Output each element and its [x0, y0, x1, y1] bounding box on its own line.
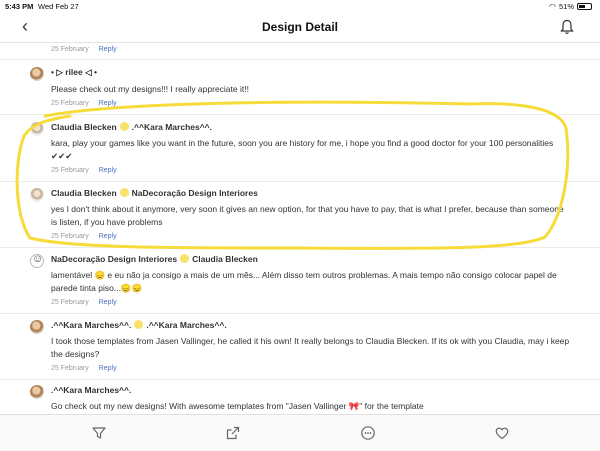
heart-icon[interactable] [494, 425, 510, 441]
reply-arrow-icon [134, 320, 144, 329]
divider [0, 181, 600, 182]
reply-link[interactable]: Reply [99, 365, 117, 372]
reply-link[interactable]: Reply [99, 299, 117, 306]
status-bar: 5:43 PM Wed Feb 27 ◠ 51% [0, 0, 600, 14]
battery-icon [577, 3, 592, 10]
reply-link[interactable]: Reply [99, 46, 117, 53]
comment-text: I took those templates from Jasen Vallin… [51, 336, 570, 359]
comment-meta: 25 February Reply [51, 365, 571, 372]
bell-icon[interactable] [560, 19, 574, 35]
bottom-toolbar [0, 414, 600, 451]
reply-link[interactable]: Reply [99, 233, 117, 240]
comment-date: 25 February [51, 365, 89, 372]
comment-meta: 25 February Reply [51, 233, 571, 240]
status-time: 5:43 PM [5, 2, 34, 11]
wifi-icon: ◠ [549, 2, 556, 11]
avatar[interactable] [30, 253, 44, 268]
comment-meta: 25 February Reply [51, 167, 571, 174]
comment-header: Claudia Blecken .^^Kara Marches^^. [51, 122, 571, 132]
avatar[interactable] [30, 188, 44, 202]
divider [0, 313, 600, 314]
reply-link[interactable]: Reply [99, 100, 117, 107]
comment-feed[interactable]: 25 February Reply • ▷ rilee ◁ • Please c… [0, 42, 600, 414]
comment-reply-to[interactable]: NaDecoração Design Interiores [132, 188, 258, 198]
comment-text: Go check out my new designs! With awesom… [51, 401, 424, 411]
status-indicators: ◠ 51% [549, 2, 592, 11]
comment-meta: 25 February Reply [51, 299, 571, 306]
comment-author[interactable]: .^^Kara Marches^^. [51, 320, 131, 330]
reply-arrow-icon [119, 188, 129, 197]
comment-icon[interactable] [360, 425, 376, 441]
comment-date: 25 February [51, 233, 89, 240]
share-icon[interactable] [225, 425, 241, 441]
comment-reply-to[interactable]: Claudia Blecken [192, 254, 258, 264]
divider [0, 59, 600, 60]
avatar[interactable] [30, 67, 44, 81]
comment-header: .^^Kara Marches^^. .^^Kara Marches^^. [51, 320, 571, 330]
avatar[interactable] [30, 385, 44, 399]
reply-arrow-icon [180, 254, 190, 263]
reply-arrow-icon [119, 122, 129, 131]
comment-text: lamentável 😞 e eu não ja consigo a mais … [51, 270, 557, 293]
comment-date: 25 February [51, 299, 89, 306]
reply-link[interactable]: Reply [99, 167, 117, 174]
nav-bar: ‹ Design Detail [0, 14, 600, 43]
filter-icon[interactable] [91, 425, 107, 441]
comment-author[interactable]: NaDecoração Design Interiores [51, 254, 177, 264]
comment-reply-to[interactable]: .^^Kara Marches^^. [132, 122, 212, 132]
comment-author[interactable]: .^^Kara Marches^^. [51, 385, 571, 395]
comment-header: Claudia Blecken NaDecoração Design Interi… [51, 188, 571, 198]
page-title: Design Detail [261, 20, 339, 34]
divider [0, 114, 600, 115]
comment-reply-to[interactable]: .^^Kara Marches^^. [146, 320, 226, 330]
comment-meta: 25 February Reply [51, 46, 117, 53]
comment-date: 25 February [51, 100, 89, 107]
divider [0, 247, 600, 248]
comment-text: yes I don't think about it anymore, very… [51, 204, 564, 227]
status-date: Wed Feb 27 [38, 2, 79, 11]
avatar[interactable] [30, 320, 44, 334]
divider [0, 379, 600, 380]
comment-author[interactable]: • ▷ rilee ◁ • [51, 67, 571, 78]
comment-date: 25 February [51, 46, 89, 53]
comment-text: kara, play your games like you want in t… [51, 138, 554, 161]
comment-meta: 25 February Reply [51, 100, 571, 107]
battery-percent: 51% [558, 2, 574, 11]
comment-header: NaDecoração Design Interiores Claudia Ble… [51, 254, 571, 264]
comment-text: Please check out my designs!!! I really … [51, 84, 249, 94]
comment-date: 25 February [51, 167, 89, 174]
comment-author[interactable]: Claudia Blecken [51, 188, 117, 198]
comment-author[interactable]: Claudia Blecken [51, 122, 117, 132]
avatar[interactable] [30, 122, 44, 136]
